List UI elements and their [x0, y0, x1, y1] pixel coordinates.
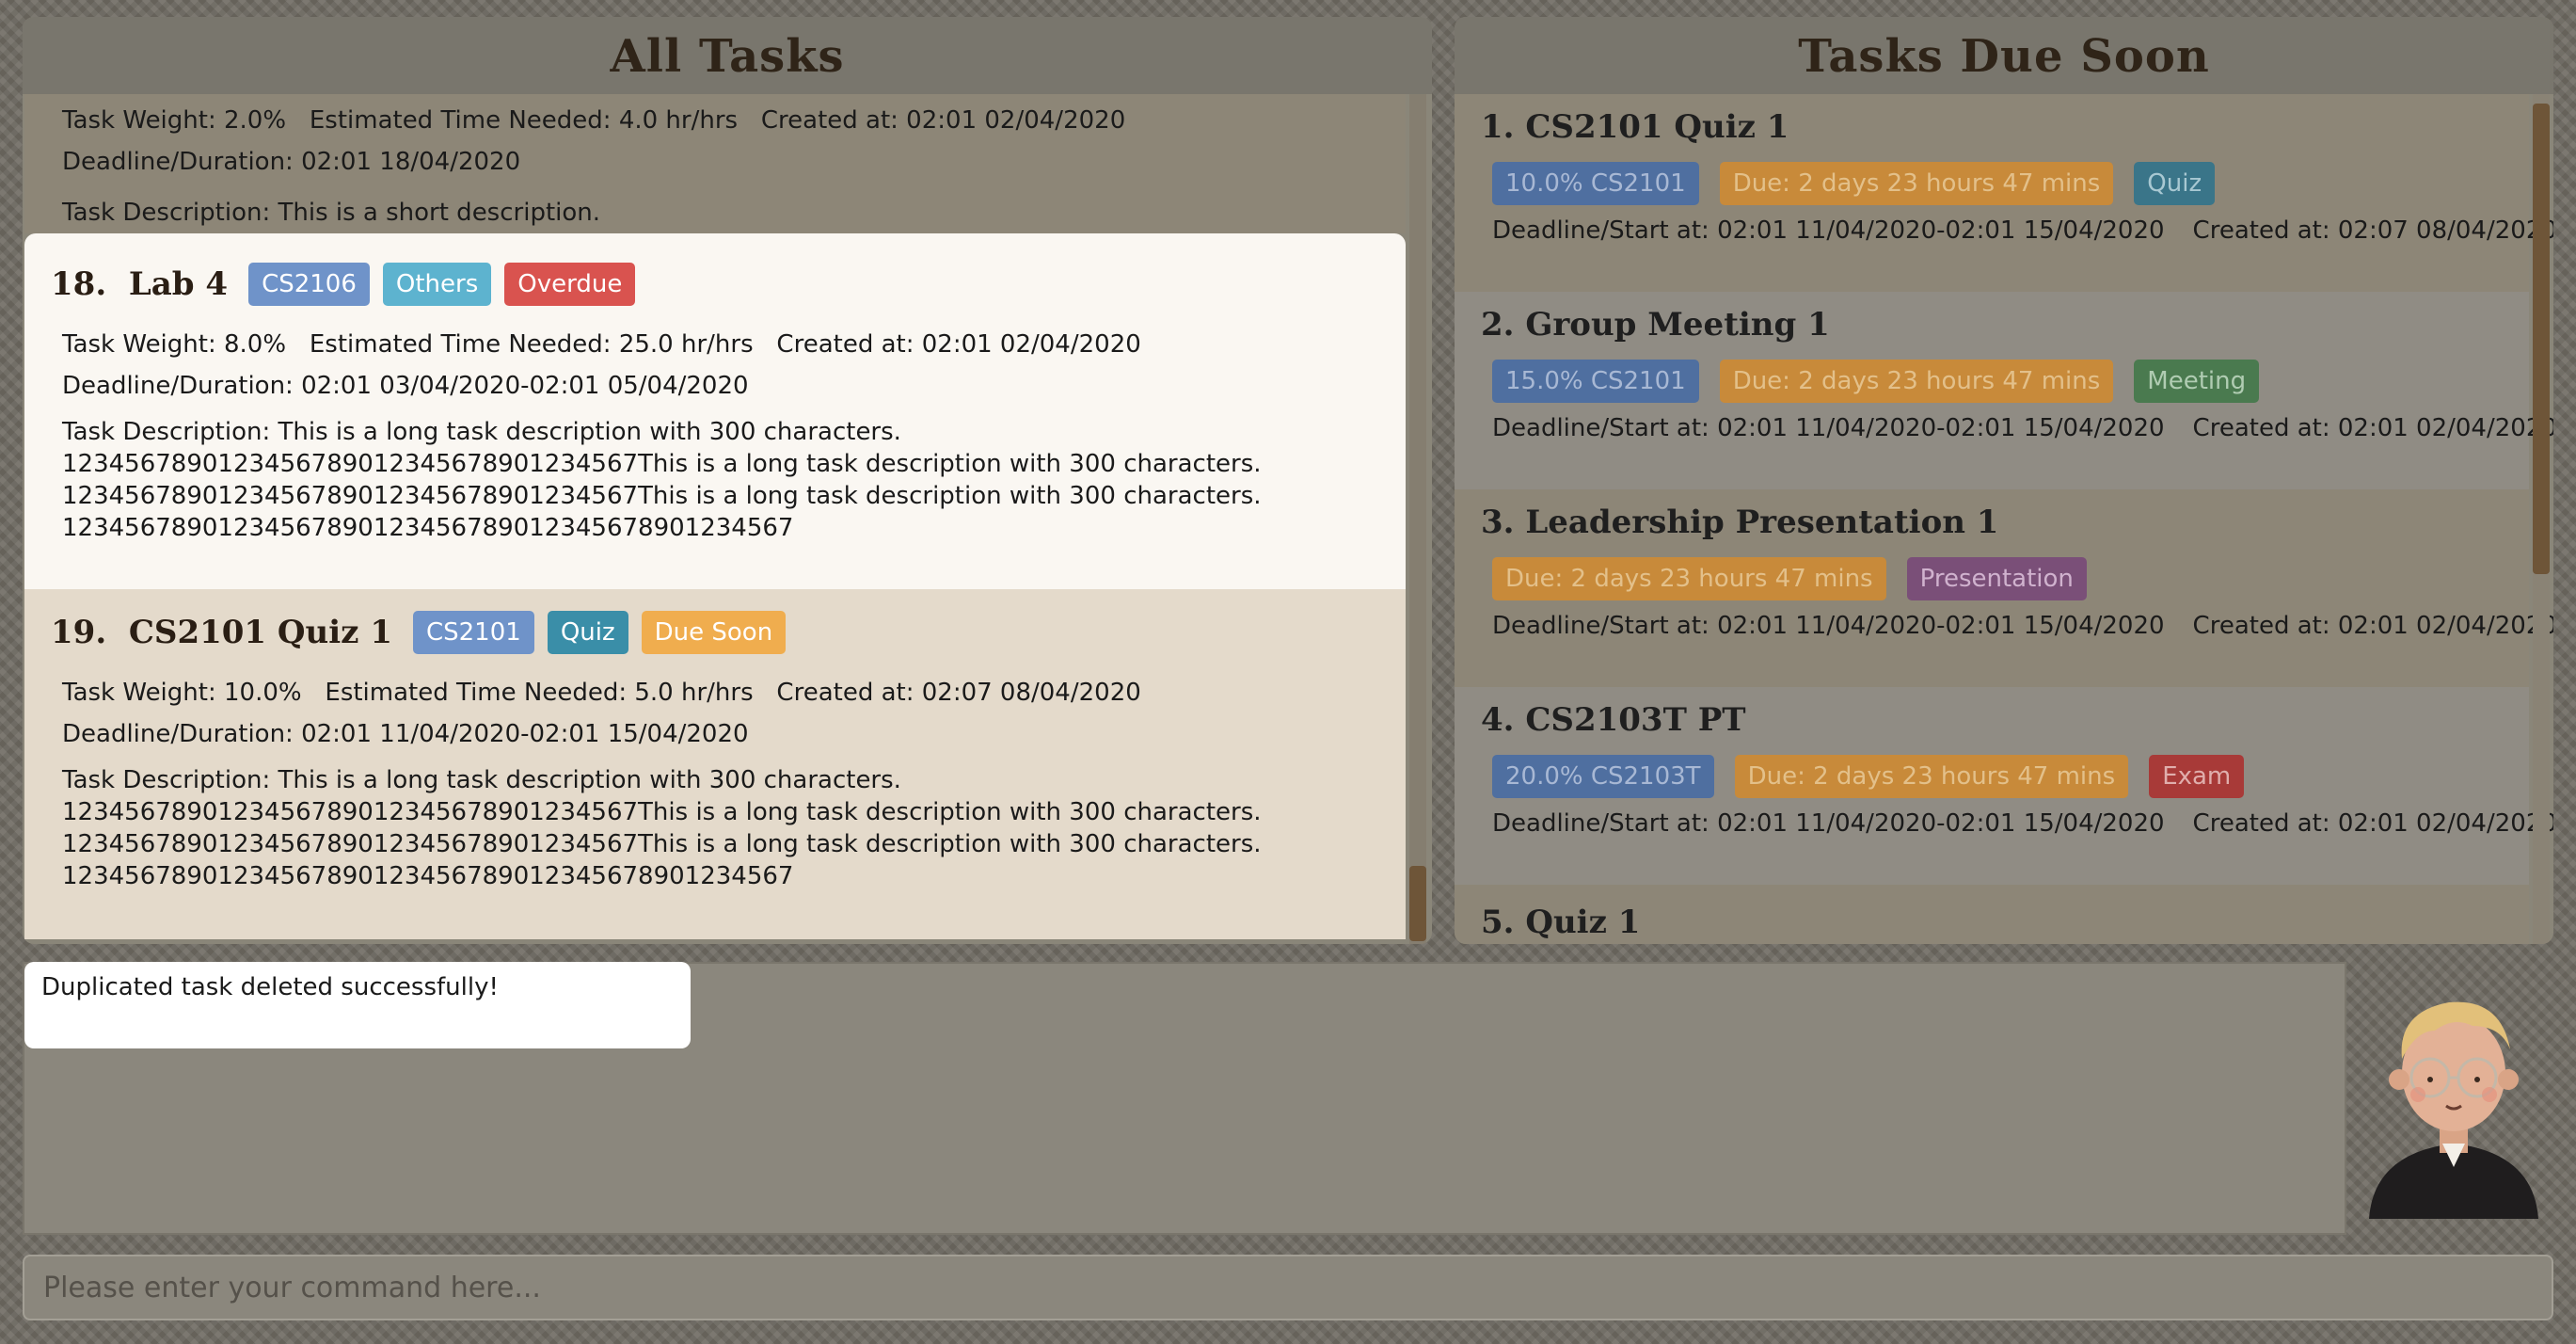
- tag-weight-module: 15.0% CS2101: [1492, 360, 1699, 403]
- all-tasks-scrollbar-track[interactable]: [1409, 94, 1426, 944]
- task-created: Created at: 02:07 08/04/2020: [776, 679, 1141, 707]
- tag-due: Due: 2 days 23 hours 47 mins: [1734, 755, 2129, 798]
- due-card-title: 1. CS2101 Quiz 1: [1481, 108, 1789, 146]
- task-title: 19. CS2101 Quiz 1: [51, 614, 392, 651]
- due-soon-panel: Tasks Due Soon 1. CS2101 Quiz 1 10.0% CS…: [1455, 17, 2553, 944]
- due-soon-list[interactable]: 1. CS2101 Quiz 1 10.0% CS2101 Due: 2 day…: [1455, 94, 2553, 944]
- task-deadline: Deadline/Duration: 02:01 18/04/2020: [62, 148, 521, 176]
- due-card-title: 4. CS2103T PT: [1481, 701, 1746, 739]
- task-created: Created at: 02:01 02/04/2020: [776, 330, 1141, 359]
- due-card-4[interactable]: 4. CS2103T PT 20.0% CS2103T Due: 2 days …: [1455, 687, 2553, 885]
- task-card-17[interactable]: Task Weight: 2.0% Estimated Time Needed:…: [24, 94, 1406, 233]
- task-card-18[interactable]: 18. Lab 4 CS2106 Others Overdue Task Wei…: [24, 233, 1406, 589]
- due-deadline: Deadline/Start at: 02:01 11/04/2020-02:0…: [1492, 216, 2165, 245]
- tag-type: Others: [382, 263, 492, 306]
- due-created: Created at: 02:01 02/04/2020: [2192, 612, 2553, 640]
- due-card-title: 2. Group Meeting 1: [1481, 306, 1830, 344]
- due-card-title: 3. Leadership Presentation 1: [1481, 504, 1999, 541]
- all-tasks-title: All Tasks: [23, 17, 1432, 94]
- tag-status: Due Soon: [641, 611, 787, 654]
- task-weight: Task Weight: 2.0%: [62, 106, 287, 135]
- tag-due: Due: 2 days 23 hours 47 mins: [1719, 162, 2114, 205]
- task-time: Estimated Time Needed: 25.0 hr/hrs: [309, 330, 754, 359]
- due-soon-title: Tasks Due Soon: [1455, 17, 2553, 94]
- tag-type: Quiz: [547, 611, 628, 654]
- tag-status: Overdue: [504, 263, 636, 306]
- tag-module: CS2101: [412, 611, 534, 654]
- due-created: Created at: 02:01 02/04/2020: [2192, 414, 2553, 442]
- due-soon-scrollbar-thumb[interactable]: [2533, 104, 2550, 574]
- task-time: Estimated Time Needed: 5.0 hr/hrs: [325, 679, 754, 707]
- due-deadline: Deadline/Start at: 02:01 11/04/2020-02:0…: [1492, 612, 2165, 640]
- tag-type: Quiz: [2134, 162, 2216, 205]
- due-card-5[interactable]: 5. Quiz 1: [1455, 885, 2529, 944]
- tag-due: Due: 2 days 23 hours 47 mins: [1719, 360, 2114, 403]
- assistant-avatar-icon: [2369, 1001, 2538, 1219]
- tag-due: Due: 2 days 23 hours 47 mins: [1492, 557, 1886, 600]
- all-tasks-list[interactable]: Task Weight: 2.0% Estimated Time Needed:…: [23, 94, 1432, 944]
- tag-weight-module: 20.0% CS2103T: [1492, 755, 1714, 798]
- due-created: Created at: 02:01 02/04/2020: [2192, 809, 2553, 838]
- due-deadline: Deadline/Start at: 02:01 11/04/2020-02:0…: [1492, 809, 2165, 838]
- due-card-3[interactable]: 3. Leadership Presentation 1 Due: 2 days…: [1455, 489, 2553, 687]
- task-title: 18. Lab 4: [51, 265, 229, 303]
- task-weight: Task Weight: 8.0%: [62, 330, 287, 359]
- task-description: Task Description: This is a long task de…: [62, 418, 1262, 542]
- due-card-1[interactable]: 1. CS2101 Quiz 1 10.0% CS2101 Due: 2 day…: [1455, 94, 2553, 292]
- command-input[interactable]: [24, 1256, 2552, 1319]
- due-card-2[interactable]: 2. Group Meeting 1 15.0% CS2101 Due: 2 d…: [1455, 292, 2553, 489]
- task-card-19[interactable]: 19. CS2101 Quiz 1 CS2101 Quiz Due Soon T…: [24, 589, 1406, 939]
- task-weight: Task Weight: 10.0%: [62, 679, 302, 707]
- tag-weight-module: 10.0% CS2101: [1492, 162, 1699, 205]
- due-deadline: Deadline/Start at: 02:01 11/04/2020-02:0…: [1492, 414, 2165, 442]
- task-description: Task Description: This is a short descri…: [62, 199, 601, 227]
- tag-type: Presentation: [1906, 557, 2087, 600]
- tag-type: Meeting: [2134, 360, 2260, 403]
- task-created: Created at: 02:01 02/04/2020: [760, 106, 1126, 135]
- all-tasks-panel: All Tasks Task Weight: 2.0% Estimated Ti…: [23, 17, 1432, 944]
- all-tasks-scrollbar-thumb[interactable]: [1409, 866, 1426, 941]
- task-description: Task Description: This is a long task de…: [62, 766, 1262, 890]
- tag-module: CS2106: [248, 263, 370, 306]
- task-deadline: Deadline/Duration: 02:01 03/04/2020-02:0…: [62, 372, 749, 400]
- due-card-title: 5. Quiz 1: [1481, 904, 1641, 941]
- tag-type: Exam: [2149, 755, 2245, 798]
- task-deadline: Deadline/Duration: 02:01 11/04/2020-02:0…: [62, 720, 749, 748]
- command-box: [23, 1255, 2553, 1320]
- result-message: Duplicated task deleted successfully!: [24, 962, 691, 1048]
- task-time: Estimated Time Needed: 4.0 hr/hrs: [309, 106, 739, 135]
- due-created: Created at: 02:07 08/04/2020: [2192, 216, 2553, 245]
